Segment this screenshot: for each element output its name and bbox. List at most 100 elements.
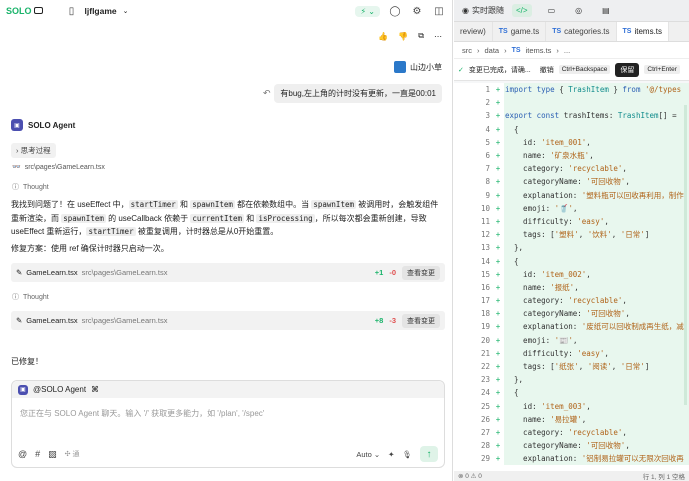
code-line[interactable]: 10 + emoji: '🥤',	[454, 201, 689, 215]
file-change-card[interactable]: ✎ GameLearn.tsx src\pages\GameLearn.tsx +8…	[11, 311, 445, 330]
file-change-card[interactable]: ✎ GameLearn.tsx src\pages\GameLearn.tsx +1…	[11, 263, 445, 282]
code-line[interactable]: 9 + explanation: '塑料瓶可以回收再利用，制作	[454, 188, 689, 202]
tab-terminal[interactable]: ▭	[544, 4, 560, 17]
tab-browser[interactable]: ◎	[571, 4, 586, 17]
code-line[interactable]: 14 + {	[454, 254, 689, 268]
code-line[interactable]: 18 + categoryName: '可回收物',	[454, 307, 689, 321]
chat-input-placeholder[interactable]: 您正在与 SOLO Agent 聊天。输入 '/' 获取更多能力，如 '/pla…	[20, 408, 264, 419]
chat-history-icon[interactable]: ◯	[388, 4, 402, 18]
chevron-down-icon[interactable]: ⌄	[123, 7, 129, 15]
code-token: '塑料瓶可以回收再利用，制作	[581, 190, 684, 200]
code-line[interactable]: 3 + export const trashItems: TrashItem[] =	[454, 109, 689, 123]
code-line[interactable]: 20 + emoji: '📰',	[454, 333, 689, 347]
thought-label[interactable]: ⓘ Thought	[12, 182, 49, 192]
view-changes-button[interactable]: 查看变更	[402, 265, 440, 280]
composer-footer: @ # ▨ ✣ 通 Auto ⌄ ✦ 🎙 ↑	[18, 445, 438, 463]
more-icon[interactable]: ⋯	[434, 32, 442, 41]
thumbs-down-icon[interactable]: 👎	[398, 32, 408, 41]
code-text: {	[504, 254, 689, 268]
code-text: id: 'item_001',	[504, 135, 689, 149]
code-token: tags: [	[505, 230, 555, 240]
user-message: 有bug,左上角的计时没有更新，一直是00:01	[274, 84, 442, 103]
hash-icon[interactable]: #	[35, 449, 40, 459]
option-toggle[interactable]: ✣ 通	[65, 449, 80, 459]
code-line[interactable]: 21 + difficulty: 'easy',	[454, 346, 689, 360]
tab-categories-ts[interactable]: TS categories.ts	[546, 22, 617, 41]
project-name[interactable]: ljflgame	[85, 6, 117, 16]
code-line[interactable]: 26 + name: '易拉罐',	[454, 412, 689, 426]
mic-icon[interactable]: 🎙	[402, 450, 412, 459]
view-changes-button[interactable]: 查看变更	[402, 313, 440, 328]
code-line[interactable]: 5 + id: 'item_001',	[454, 135, 689, 149]
code-line[interactable]: 1 + import type { TrashItem } from '@/type…	[454, 83, 689, 97]
added-line-marker: +	[495, 414, 501, 424]
switch-icon[interactable]: ⌘	[91, 385, 99, 394]
keep-button[interactable]: 保留	[615, 62, 640, 77]
code-line[interactable]: 24 + {	[454, 386, 689, 400]
code-line[interactable]: 7 + category: 'recyclable',	[454, 162, 689, 176]
tab-docs[interactable]: ▤	[598, 4, 614, 17]
code-line[interactable]: 19 + explanation: '废纸可以回收制成再生纸，减	[454, 320, 689, 334]
code-line[interactable]: 16 + name: '报纸',	[454, 280, 689, 294]
code-line[interactable]: 25 + id: 'item_003',	[454, 399, 689, 413]
code-token: ,	[586, 269, 591, 279]
mode-select[interactable]: Auto ⌄	[356, 450, 380, 459]
tab-game-ts[interactable]: TS game.ts	[493, 22, 547, 41]
code-line[interactable]: 11 + difficulty: 'easy',	[454, 214, 689, 229]
undo-button[interactable]: 撤销	[540, 65, 554, 75]
split-view-icon[interactable]: ◫	[432, 4, 446, 18]
file-reference[interactable]: 👓 src\pages\GameLearn.tsx	[12, 163, 105, 172]
added-line-marker: +	[495, 401, 501, 411]
code-line[interactable]: 8 + categoryName: '可回收物',	[454, 175, 689, 189]
code-token: difficulty:	[505, 348, 578, 358]
send-button[interactable]: ↑	[420, 446, 438, 462]
code-token: trashItems:	[563, 111, 618, 121]
scrollbar[interactable]	[684, 105, 687, 405]
change-bar: ✓ 变更已完成，请确... 撤销 Ctrl+Backspace 保留 Ctrl+…	[454, 59, 689, 81]
run-status-button[interactable]: ⚡ ⌄	[355, 5, 380, 17]
undo-icon[interactable]: ↶	[263, 88, 271, 99]
mention-icon[interactable]: @	[18, 449, 27, 459]
agent-mention: ▣ @SOLO Agent ⌘	[12, 381, 444, 398]
fix-plan: 修复方案：使用 ref 确保计时器只启动一次。	[11, 244, 169, 253]
tab-live-follow[interactable]: ◉ 实时跟随	[458, 3, 508, 18]
sidebar-toggle-icon[interactable]: ▯	[65, 4, 79, 18]
code-token: '阅读'	[587, 362, 612, 372]
copy-icon[interactable]: ⧉	[418, 31, 424, 41]
code-token: }	[608, 85, 623, 95]
thinking-chip[interactable]: › 思考过程	[11, 143, 56, 158]
code-token: id:	[505, 137, 542, 147]
code-line[interactable]: 29 + explanation: '铝制易拉罐可以无限次回收再	[454, 452, 689, 466]
breadcrumb: src › data › TS items.ts ›...	[454, 42, 689, 59]
tab-items-ts[interactable]: TS items.ts	[616, 22, 670, 41]
settings-icon[interactable]: ⚙	[410, 4, 424, 18]
code-token: name:	[505, 282, 551, 292]
line-number: 15	[480, 269, 490, 279]
line-number: 7	[485, 164, 490, 174]
line-number: 10	[480, 203, 490, 213]
code-line[interactable]: 12 + tags: ['塑料', '饮料', '日常']	[454, 228, 689, 242]
code-editor[interactable]: 1 + import type { TrashItem } from '@/type…	[454, 83, 689, 471]
thought-label[interactable]: ⓘ Thought	[12, 292, 49, 302]
thumbs-up-icon[interactable]: 👍	[378, 32, 388, 41]
code-text: category: 'recyclable',	[504, 294, 689, 308]
panel-tabs: ◉ 实时跟随 </> ▭ ◎ ▤	[454, 0, 689, 22]
code-line[interactable]: 4 + {	[454, 122, 689, 136]
image-icon[interactable]: ▨	[48, 449, 57, 460]
code-line[interactable]: 15 + id: 'item_002',	[454, 267, 689, 281]
code-line[interactable]: 2 +	[454, 96, 689, 110]
sparkle-icon[interactable]: ✦	[388, 450, 394, 459]
code-line[interactable]: 28 + categoryName: '可回收物',	[454, 439, 689, 453]
code-line[interactable]: 6 + name: '矿泉水瓶',	[454, 148, 689, 163]
code-text: export const trashItems: TrashItem[] =	[504, 109, 689, 123]
code-line[interactable]: 23 + },	[454, 373, 689, 387]
tab-code[interactable]: </>	[511, 4, 532, 17]
tab-review[interactable]: review)	[454, 22, 493, 41]
code-line[interactable]: 17 + category: 'recyclable',	[454, 294, 689, 308]
code-line[interactable]: 13 + },	[454, 241, 689, 255]
code-line[interactable]: 27 + category: 'recyclable',	[454, 425, 689, 440]
code-line[interactable]: 22 + tags: ['纸张', '阅读', '日常']	[454, 359, 689, 374]
code-token: categoryName:	[505, 177, 587, 187]
chat-panel: SOLO ▯ ljflgame ⌄ ⚡ ⌄ ◯ ⚙ ◫ 👍 👎 ⧉ ⋯ 山边小草…	[0, 0, 453, 481]
chat-composer[interactable]: ▣ @SOLO Agent ⌘ 您正在与 SOLO Agent 聊天。输入 '/'…	[11, 380, 445, 468]
